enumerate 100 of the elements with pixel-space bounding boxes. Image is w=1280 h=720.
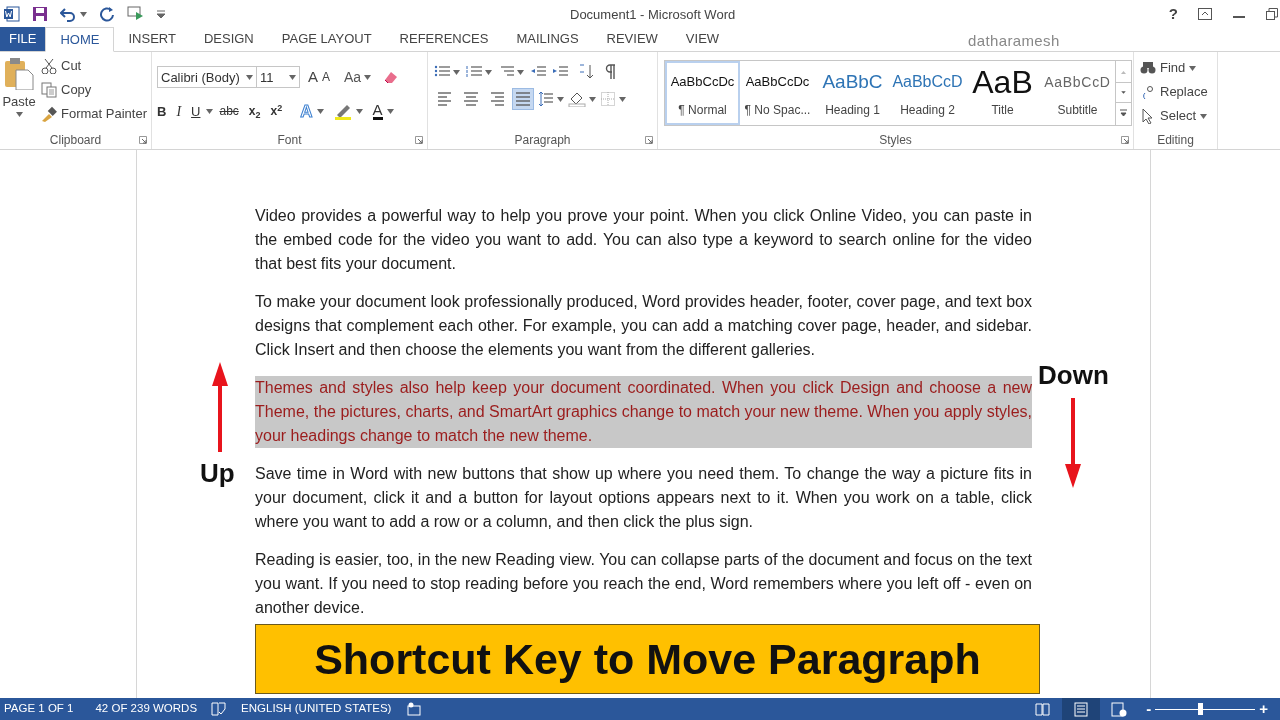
caret-icon[interactable] <box>355 108 363 114</box>
replace-button[interactable]: Replace <box>1140 82 1217 102</box>
caret-icon[interactable] <box>316 108 324 114</box>
caret-icon[interactable] <box>15 111 23 117</box>
zoom-in-button[interactable]: + <box>1259 697 1268 720</box>
eraser-icon[interactable] <box>383 69 400 86</box>
pilcrow-icon[interactable] <box>604 64 618 80</box>
undo-icon[interactable] <box>60 6 76 22</box>
language-status: ENGLISH (UNITED STATES) <box>241 701 392 717</box>
style-option[interactable]: AaBbCcD Subtitle <box>1040 61 1115 125</box>
underline-button[interactable]: U <box>191 101 214 121</box>
window-title: Document1 - Microsoft Word <box>570 6 736 24</box>
caret-icon[interactable] <box>364 74 372 80</box>
select-button[interactable]: Select <box>1140 106 1217 126</box>
numbering-icon[interactable] <box>466 64 482 80</box>
grow-font-button[interactable]: A <box>308 66 318 89</box>
shading-icon <box>568 91 586 107</box>
page-icon <box>1073 701 1090 717</box>
align-icon <box>437 91 453 107</box>
bold-button[interactable]: B <box>157 101 167 121</box>
redo-icon[interactable] <box>99 6 115 22</box>
caret-icon[interactable] <box>589 96 596 102</box>
borders-button[interactable] <box>600 91 626 107</box>
align-icon <box>489 91 505 107</box>
caret-icon[interactable] <box>517 69 524 75</box>
zoom-out-button[interactable]: - <box>1146 697 1152 720</box>
print-view-button[interactable] <box>1062 698 1101 720</box>
caret-icon[interactable] <box>557 96 564 102</box>
ribbon-tab[interactable]: INSERT <box>114 27 190 51</box>
numbering-button[interactable] <box>466 64 492 80</box>
ribbon-tab[interactable]: HOME <box>45 27 115 52</box>
group-label: Editing <box>1157 132 1194 149</box>
find-button[interactable]: Find <box>1140 58 1217 78</box>
style-option[interactable]: AaB Title <box>965 61 1040 125</box>
style-option[interactable]: AaBbCcDc ¶ Normal <box>665 61 740 125</box>
dialog-launcher-icon[interactable] <box>139 136 147 144</box>
style-option[interactable]: AaBbCcD Heading 2 <box>890 61 965 125</box>
down-label: Down <box>1038 359 1109 392</box>
italic-button[interactable]: I <box>176 100 182 122</box>
paragraph: Reading is easier, too, in the new Reading view. You can collapse parts of the document and focus on the text you want. If you need to stop reading before you reach the end, Word remembers where you left off - even on another device. <box>255 550 1032 618</box>
caret-icon[interactable] <box>1200 113 1208 119</box>
selected-paragraph: Themes and styles also help keep your document coordinated. When you click Design and choose a new Theme, the pictures, charts, and SmartArt graphics change to match your new theme. When you apply styles, your headings change to match the new theme. <box>255 376 1032 448</box>
ribbon-tab[interactable]: REFERENCES <box>385 27 503 51</box>
ribbon-tab[interactable]: REVIEW <box>592 27 672 51</box>
paste-button[interactable]: Paste <box>1 56 37 131</box>
sort-icon[interactable] <box>578 64 594 80</box>
zoom-slider[interactable] <box>1155 703 1256 715</box>
highlighter-icon <box>333 102 352 121</box>
style-option[interactable]: AaBbCcDc ¶ No Spac... <box>740 61 815 125</box>
caret-icon[interactable] <box>386 108 394 114</box>
ribbon-tab[interactable]: DESIGN <box>189 27 268 51</box>
caret-icon[interactable] <box>453 69 460 75</box>
touch-mode-icon[interactable] <box>127 6 145 22</box>
style-option[interactable]: AaBbC Heading 1 <box>815 61 890 125</box>
font-size-field[interactable]: 11 <box>256 66 300 89</box>
caret-icon[interactable] <box>485 69 492 75</box>
copy-icon <box>41 82 57 98</box>
align-justify-button[interactable] <box>512 88 534 110</box>
group-label: Font <box>277 132 302 149</box>
caret-icon[interactable] <box>1189 65 1197 71</box>
caret-icon[interactable] <box>289 74 296 80</box>
caret-icon[interactable] <box>619 96 626 102</box>
ribbon-tab[interactable]: MAILINGS <box>502 27 593 51</box>
font-color-button[interactable]: A <box>372 102 394 121</box>
save-icon[interactable] <box>32 6 48 22</box>
caret-icon[interactable] <box>246 74 253 80</box>
shrink-font-button[interactable]: A <box>322 68 331 87</box>
group-label: Paragraph <box>514 132 571 149</box>
line-spacing-button[interactable] <box>538 91 564 107</box>
ribbon-display-icon[interactable] <box>1198 8 1212 20</box>
change-case-button[interactable]: Aa <box>344 66 372 88</box>
paragraph: To make your document look professionally produced, Word provides header, footer, cover page, and text box designs that complement each other. For example, you can add a matching cover page, header, and sidebar. Click Insert and then choose the elements you want from the different galleries. <box>255 292 1032 360</box>
script-button[interactable]: x$^{2}$ <box>270 102 283 121</box>
proofing-icon[interactable] <box>211 702 228 716</box>
dialog-launcher-icon[interactable] <box>415 136 423 144</box>
ribbon-tab[interactable]: PAGE LAYOUT <box>267 27 386 51</box>
binoculars-icon <box>1140 60 1156 76</box>
caret-icon[interactable] <box>80 11 87 17</box>
word-logo-icon[interactable] <box>4 6 20 22</box>
highlight-button[interactable] <box>333 102 363 121</box>
restore-icon[interactable] <box>1266 8 1278 20</box>
ribbon-tab[interactable]: VIEW <box>671 27 734 51</box>
text-effects-button[interactable]: A <box>300 98 324 124</box>
format-painter-button[interactable]: Format Painter <box>41 104 147 124</box>
dialog-launcher-icon[interactable] <box>645 136 653 144</box>
line-spacing-icon[interactable] <box>538 91 554 107</box>
font-name-field[interactable]: Calibri (Body) <box>157 66 257 89</box>
user-name: datharamesh <box>968 31 1060 51</box>
up-label: Up <box>200 457 235 490</box>
cut-button[interactable]: Cut <box>41 56 147 76</box>
customize-icon[interactable] <box>157 10 165 18</box>
dialog-launcher-icon[interactable] <box>1121 136 1129 144</box>
copy-button[interactable]: Copy <box>41 80 147 100</box>
help-button[interactable]: ? <box>1168 2 1178 26</box>
zoom-slider-thumb[interactable] <box>1198 703 1204 715</box>
file-tab[interactable]: FILE <box>0 27 46 51</box>
shading-button[interactable] <box>568 91 596 107</box>
strikethrough-button[interactable]: abc <box>219 102 239 121</box>
script-button[interactable]: x$_{2}$ <box>248 102 261 121</box>
caret-icon[interactable] <box>206 108 214 114</box>
